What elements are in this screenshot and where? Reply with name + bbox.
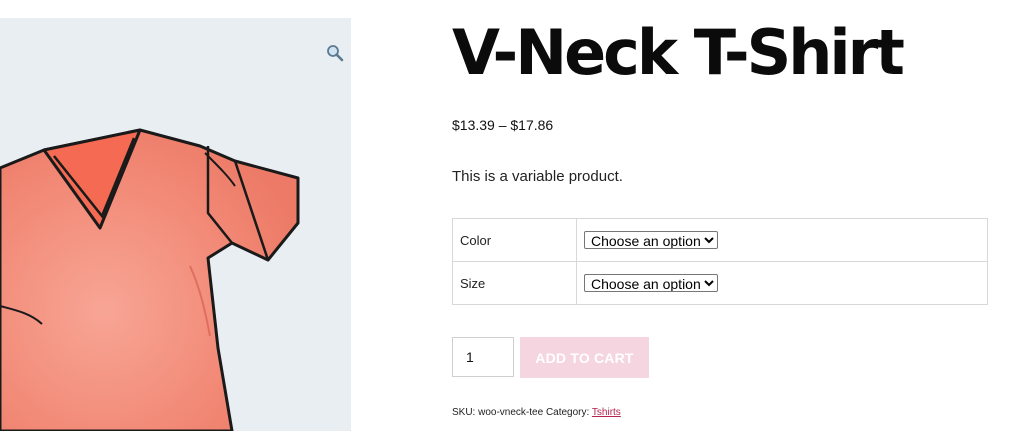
color-select[interactable]: Choose an option [584,231,718,249]
category-link[interactable]: Tshirts [592,407,621,418]
product-meta: SKU: woo-vneck-tee Category: Tshirts [452,407,621,418]
variations-table: Color Choose an option Size Choose an op… [452,218,988,305]
color-cell: Choose an option [576,218,988,262]
product-price: $13.39 – $17.86 [452,117,554,133]
size-select[interactable]: Choose an option [584,274,718,292]
color-label: Color [452,218,577,262]
quantity-input[interactable] [452,337,514,377]
size-label: Size [452,261,577,305]
tshirt-image[interactable] [0,18,351,431]
magnifier-icon[interactable] [326,44,344,62]
sku-value: woo-vneck-tee [478,407,544,418]
add-to-cart-button[interactable]: ADD TO CART [520,337,649,378]
product-description: This is a variable product. [452,168,623,185]
product-gallery [0,18,351,431]
variation-row-color: Color Choose an option [452,218,988,262]
size-cell: Choose an option [576,261,988,305]
sku-label: SKU: [452,407,476,418]
product-title: V-Neck T-Shirt [452,16,905,89]
variation-row-size: Size Choose an option [452,261,988,305]
category-label: Category: [545,407,590,418]
